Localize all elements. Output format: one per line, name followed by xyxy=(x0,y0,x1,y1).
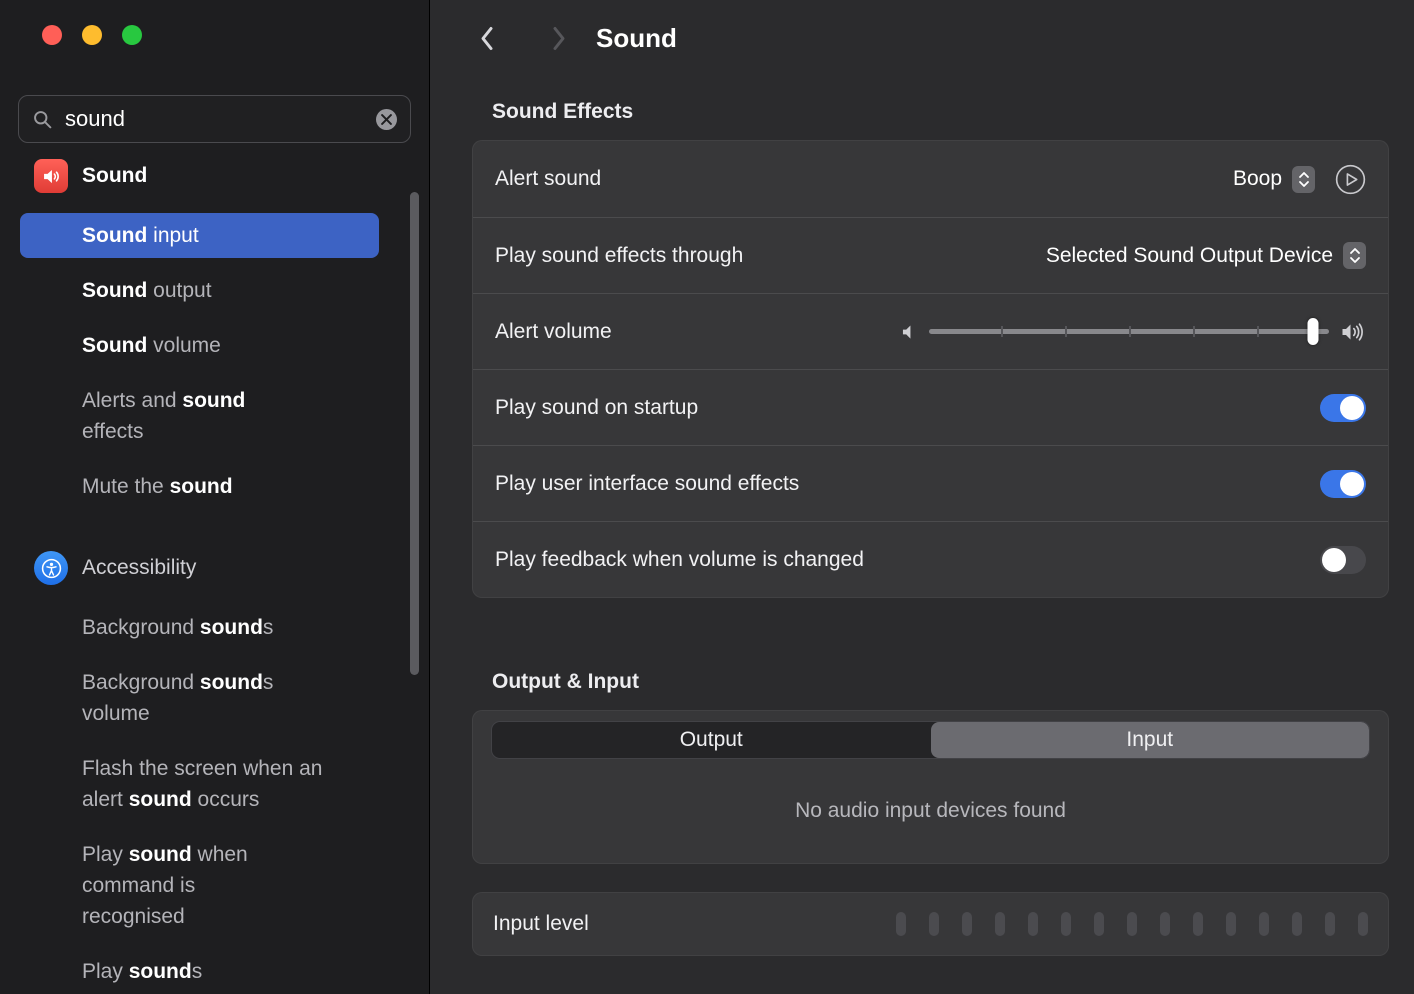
window-controls xyxy=(0,0,429,45)
sidebar-result-background-sounds[interactable]: Background sounds xyxy=(20,605,379,650)
play-feedback-volume-row: Play feedback when volume is changed xyxy=(473,521,1388,597)
search-input[interactable] xyxy=(65,106,364,132)
alert-sound-value: Boop xyxy=(1233,167,1282,191)
sidebar-result-mute-the-sound[interactable]: Mute the sound xyxy=(20,464,379,509)
play-feedback-volume-toggle[interactable] xyxy=(1320,546,1366,574)
no-input-devices-message: No audio input devices found xyxy=(491,759,1370,863)
play-ui-sound-effects-toggle[interactable] xyxy=(1320,470,1366,498)
minimize-window-button[interactable] xyxy=(82,25,102,45)
segment-input[interactable]: Input xyxy=(931,722,1370,758)
main-content: Sound Sound Effects Alert sound Boop Pla… xyxy=(430,0,1414,994)
navigation-bar: Sound xyxy=(472,0,1389,56)
sidebar-result-sound-volume[interactable]: Sound volume xyxy=(20,323,379,368)
volume-high-icon xyxy=(1341,322,1366,342)
input-level-meter xyxy=(896,912,1368,936)
alert-volume-label: Alert volume xyxy=(495,320,612,344)
play-sound-on-startup-toggle[interactable] xyxy=(1320,394,1366,422)
level-bar xyxy=(1127,912,1137,936)
output-input-header: Output & Input xyxy=(492,670,1389,694)
level-bar xyxy=(1358,912,1368,936)
page-title: Sound xyxy=(596,23,677,54)
sidebar-result-accessibility-app[interactable]: Accessibility xyxy=(34,551,379,585)
play-sound-on-startup-label: Play sound on startup xyxy=(495,396,698,420)
level-bar xyxy=(1094,912,1104,936)
level-bar xyxy=(1028,912,1038,936)
close-window-button[interactable] xyxy=(42,25,62,45)
sound-icon xyxy=(34,159,68,193)
sound-output-device-select[interactable] xyxy=(1343,242,1366,269)
sidebar-result-sound-app[interactable]: Sound xyxy=(34,159,379,193)
volume-low-icon xyxy=(902,323,917,341)
sound-effects-header: Sound Effects xyxy=(492,100,1389,124)
play-feedback-volume-label: Play feedback when volume is changed xyxy=(495,548,864,572)
level-bar xyxy=(995,912,1005,936)
level-bar xyxy=(1292,912,1302,936)
search-results-list: Sound Sound input Sound output Sound vol… xyxy=(0,159,429,994)
sidebar-result-sound-output[interactable]: Sound output xyxy=(20,268,379,313)
play-ui-sound-effects-label: Play user interface sound effects xyxy=(495,472,799,496)
input-level-label: Input level xyxy=(493,912,589,936)
forward-button[interactable] xyxy=(544,21,574,55)
play-alert-sound-button[interactable] xyxy=(1335,164,1366,195)
alert-volume-row: Alert volume xyxy=(473,293,1388,369)
level-bar xyxy=(1325,912,1335,936)
sidebar-result-background-sounds-volume[interactable]: Background sounds volume xyxy=(20,660,379,736)
level-bar xyxy=(1193,912,1203,936)
alert-sound-row: Alert sound Boop xyxy=(473,141,1388,217)
sidebar-result-flash-screen-alert-sound[interactable]: Flash the screen when an alert sound occ… xyxy=(20,746,379,822)
slider-thumb[interactable] xyxy=(1308,318,1319,345)
sidebar: Sound Sound input Sound output Sound vol… xyxy=(0,0,430,994)
search-field[interactable] xyxy=(18,95,411,143)
play-sound-on-startup-row: Play sound on startup xyxy=(473,369,1388,445)
alert-volume-slider[interactable] xyxy=(929,317,1329,346)
sound-effects-card: Alert sound Boop Play sound effects thro… xyxy=(472,140,1389,598)
sidebar-result-alerts-and-sound-effects[interactable]: Alerts and sound effects xyxy=(20,378,379,454)
output-input-card: Output Input No audio input devices foun… xyxy=(472,710,1389,864)
accessibility-icon xyxy=(34,551,68,585)
sidebar-result-play-sounds[interactable]: Play sounds xyxy=(20,949,379,994)
sidebar-result-play-sound-command-recognised[interactable]: Play sound when command is recognised xyxy=(20,832,379,939)
sound-output-device-value: Selected Sound Output Device xyxy=(1046,244,1333,268)
level-bar xyxy=(929,912,939,936)
level-bar xyxy=(962,912,972,936)
search-icon xyxy=(32,109,53,130)
clear-search-icon[interactable] xyxy=(376,109,397,130)
level-bar xyxy=(896,912,906,936)
level-bar xyxy=(1061,912,1071,936)
alert-sound-select[interactable] xyxy=(1292,166,1315,193)
play-sound-effects-through-label: Play sound effects through xyxy=(495,244,743,268)
back-button[interactable] xyxy=(472,21,502,55)
level-bar xyxy=(1160,912,1170,936)
output-input-segmented-control: Output Input xyxy=(491,721,1370,759)
level-bar xyxy=(1226,912,1236,936)
level-bar xyxy=(1259,912,1269,936)
zoom-window-button[interactable] xyxy=(122,25,142,45)
play-sound-effects-through-row: Play sound effects through Selected Soun… xyxy=(473,217,1388,293)
segment-output[interactable]: Output xyxy=(492,722,931,758)
sidebar-result-label: Accessibility xyxy=(82,556,196,580)
sidebar-scrollbar[interactable] xyxy=(410,192,419,675)
play-ui-sound-effects-row: Play user interface sound effects xyxy=(473,445,1388,521)
alert-sound-label: Alert sound xyxy=(495,167,601,191)
input-level-card: Input level xyxy=(472,892,1389,956)
sidebar-result-label: Sound xyxy=(82,164,147,188)
sidebar-result-sound-input[interactable]: Sound input xyxy=(20,213,379,258)
